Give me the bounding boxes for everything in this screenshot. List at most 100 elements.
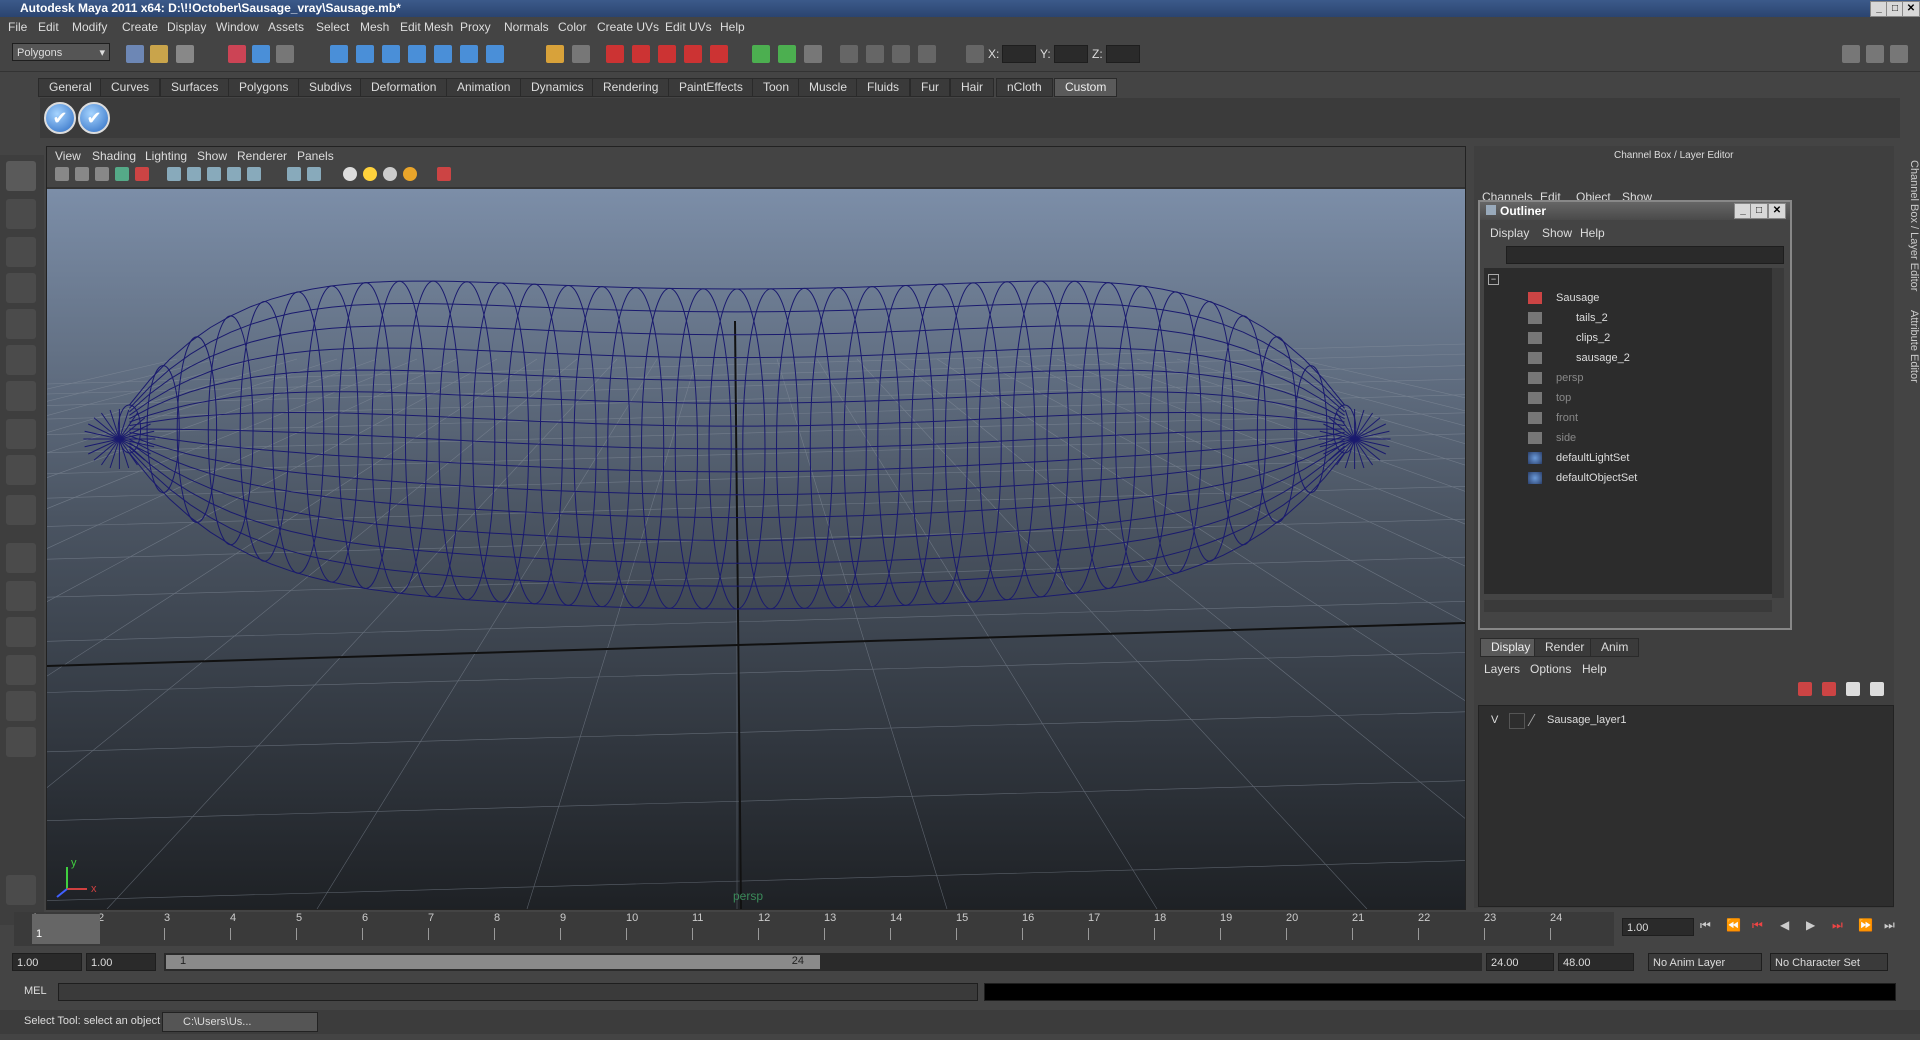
outliner-item[interactable]: tails_2 <box>1576 312 1608 324</box>
anim-layer-select[interactable]: No Anim Layer <box>1648 953 1762 971</box>
grid-toggle-icon[interactable] <box>115 167 129 181</box>
shelf-tab-surfaces[interactable]: Surfaces <box>160 78 230 97</box>
menu-normals[interactable]: Normals <box>504 20 549 34</box>
shelf-tab-custom[interactable]: Custom <box>1054 78 1118 97</box>
show-manip-icon[interactable] <box>6 455 36 485</box>
render-frame-icon[interactable] <box>606 45 624 63</box>
step-forward-icon[interactable]: ⏩ <box>1858 918 1873 932</box>
new-layer-selected-icon[interactable] <box>1822 682 1836 696</box>
mode-select[interactable]: Polygons ▾ <box>12 43 110 61</box>
paint-select-icon[interactable] <box>6 237 36 267</box>
layout-icon[interactable] <box>1842 45 1860 63</box>
outliner-item[interactable]: top <box>1556 392 1571 404</box>
z-field[interactable] <box>1106 45 1140 63</box>
menu-edit-mesh[interactable]: Edit Mesh <box>400 20 453 34</box>
bookmark-icon[interactable] <box>892 45 910 63</box>
menu-mesh[interactable]: Mesh <box>360 20 389 34</box>
shadows-icon[interactable] <box>247 167 261 181</box>
shelf-tab-muscle[interactable]: Muscle <box>798 78 859 97</box>
layer-options-menu[interactable]: Options <box>1530 662 1571 676</box>
layer-row[interactable]: V Sausage_layer1 <box>1479 712 1893 730</box>
layer-help-menu[interactable]: Help <box>1582 662 1607 676</box>
select-object-icon[interactable] <box>252 45 270 63</box>
snap-curve-icon[interactable] <box>356 45 374 63</box>
outliner-maximize-button[interactable]: □ <box>1750 203 1768 219</box>
shelf-tab-subdivs[interactable]: Subdivs <box>298 78 363 97</box>
help-icon[interactable] <box>486 45 504 63</box>
shelf-tab-general[interactable]: General <box>38 78 103 97</box>
play-backward-icon[interactable]: ◀ <box>1780 918 1789 932</box>
new-layer-icon[interactable] <box>1798 682 1812 696</box>
viewport-menu-view[interactable]: View <box>55 149 81 163</box>
current-frame-marker[interactable]: 1 <box>32 914 100 944</box>
shelf-tab-animation[interactable]: Animation <box>446 78 522 97</box>
menu-display[interactable]: Display <box>167 20 206 34</box>
render-settings-icon[interactable] <box>658 45 676 63</box>
shelf-check-button-2[interactable]: ✔ <box>78 102 110 134</box>
current-time-field[interactable]: 1.00 <box>1622 918 1694 936</box>
film-icon[interactable] <box>866 45 884 63</box>
menu-create[interactable]: Create <box>122 20 158 34</box>
rotate-tool-icon[interactable] <box>6 309 36 339</box>
transform-icon[interactable] <box>966 45 984 63</box>
camera-attr-icon[interactable] <box>55 167 69 181</box>
viewport-panel[interactable]: View Shading Lighting Show Renderer Pane… <box>46 146 1466 910</box>
outliner-horizontal-scrollbar[interactable] <box>1484 600 1772 612</box>
layer-down-icon[interactable] <box>1870 682 1884 696</box>
outliner-item[interactable]: Sausage <box>1556 292 1599 304</box>
viewport-menu-panels[interactable]: Panels <box>297 149 334 163</box>
go-to-end-icon[interactable]: ⏭ <box>1884 918 1895 933</box>
shelf-tab-painteffects[interactable]: PaintEffects <box>668 78 754 97</box>
layer-visibility-toggle[interactable]: V <box>1491 714 1498 726</box>
menu-proxy[interactable]: Proxy <box>460 20 491 34</box>
play-forward-icon[interactable]: ▶ <box>1806 918 1815 932</box>
collapse-toggle-icon[interactable]: − <box>1488 274 1499 285</box>
graph-layout-icon[interactable] <box>6 655 36 685</box>
shelf-tab-dynamics[interactable]: Dynamics <box>520 78 595 97</box>
outliner-item[interactable]: side <box>1556 432 1576 444</box>
time-slider[interactable]: 123456789101112131415161718192021222324 … <box>14 912 1614 946</box>
four-view-layout-icon[interactable] <box>6 581 36 611</box>
shelf-tab-curves[interactable]: Curves <box>100 78 161 97</box>
snap-live-icon[interactable] <box>434 45 452 63</box>
playblast-icon[interactable] <box>918 45 936 63</box>
new-scene-icon[interactable] <box>126 45 144 63</box>
range-slider-handle[interactable]: 1 24 <box>166 955 820 969</box>
shelf-tab-hair[interactable]: Hair <box>950 78 995 97</box>
x-field[interactable] <box>1002 45 1036 63</box>
viewport-menu-lighting[interactable]: Lighting <box>145 149 187 163</box>
smooth-shade-icon[interactable] <box>187 167 201 181</box>
menu-modify[interactable]: Modify <box>72 20 107 34</box>
lasso-tool-icon[interactable] <box>6 199 36 229</box>
menu-assets[interactable]: Assets <box>268 20 304 34</box>
scale-tool-icon[interactable] <box>6 345 36 375</box>
light-bulb-icon[interactable] <box>343 167 357 181</box>
channel-toggle-icon[interactable] <box>778 45 796 63</box>
render-globals-icon[interactable] <box>710 45 728 63</box>
outliner-menu-show[interactable]: Show <box>1542 226 1572 240</box>
shelf-tab-deformation[interactable]: Deformation <box>360 78 448 97</box>
snap-grid-icon[interactable] <box>330 45 348 63</box>
layer-name[interactable]: Sausage_layer1 <box>1547 714 1627 726</box>
mel-input[interactable] <box>58 983 978 1001</box>
attribute-editor-icon[interactable] <box>1890 45 1908 63</box>
xray-icon[interactable] <box>307 167 321 181</box>
mel-label[interactable]: MEL <box>24 985 47 997</box>
step-back-key-icon[interactable]: ⏮ <box>1752 918 1763 933</box>
last-tool-icon[interactable] <box>6 495 36 525</box>
menu-file[interactable]: File <box>8 20 27 34</box>
shelf-tab-toon[interactable]: Toon <box>752 78 801 97</box>
outliner-item[interactable]: front <box>1556 412 1578 424</box>
select-hierarchy-icon[interactable] <box>228 45 246 63</box>
render-layout-icon[interactable] <box>6 727 36 757</box>
layer-template-toggle[interactable] <box>1509 713 1525 729</box>
go-to-start-icon[interactable]: ⏮ <box>1700 918 1711 933</box>
shelf-tab-fluids[interactable]: Fluids <box>856 78 911 97</box>
menu-create-uvs[interactable]: Create UVs <box>597 20 659 34</box>
gamma-icon[interactable] <box>403 167 417 181</box>
move-tool-icon[interactable] <box>6 273 36 303</box>
outliner-title-bar[interactable]: Outliner _ □ ✕ <box>1480 202 1790 220</box>
outliner-vertical-scrollbar[interactable] <box>1772 268 1784 598</box>
shelf-tab-rendering[interactable]: Rendering <box>592 78 670 97</box>
animation-start-field[interactable]: 1.00 <box>12 953 82 971</box>
